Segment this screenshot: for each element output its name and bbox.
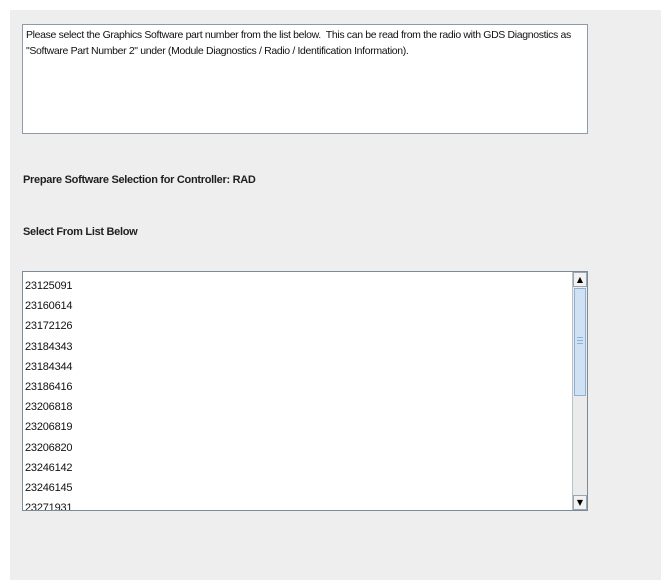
list-item[interactable]: 23125091 xyxy=(23,276,571,296)
scroll-up-button[interactable]: ▲ xyxy=(573,272,587,287)
list-item[interactable]: 23172126 xyxy=(23,316,571,336)
list-item[interactable]: 23246145 xyxy=(23,478,571,498)
list-item[interactable]: 23246142 xyxy=(23,458,571,478)
list-item[interactable]: 23206818 xyxy=(23,397,571,417)
list-scrollbar[interactable]: ▲ ▼ xyxy=(572,272,587,510)
list-item[interactable]: 23186416 xyxy=(23,377,571,397)
list-item[interactable]: 23206820 xyxy=(23,438,571,458)
controller-label: Prepare Software Selection for Controlle… xyxy=(23,174,256,186)
grip-icon xyxy=(577,337,583,344)
arrow-up-icon: ▲ xyxy=(576,275,584,284)
part-number-items: 23125091 23160614 23172126 23184343 2318… xyxy=(23,276,571,510)
list-item[interactable]: 23160614 xyxy=(23,296,571,316)
part-number-list[interactable]: 23125091 23160614 23172126 23184343 2318… xyxy=(22,271,588,511)
list-item[interactable]: 23271931 xyxy=(23,498,571,510)
scroll-thumb[interactable] xyxy=(574,288,586,396)
list-item[interactable]: 23206819 xyxy=(23,417,571,437)
instructions-text: Please select the Graphics Software part… xyxy=(22,24,588,134)
list-item[interactable]: 23184344 xyxy=(23,357,571,377)
arrow-down-icon: ▼ xyxy=(576,498,584,507)
scroll-down-button[interactable]: ▼ xyxy=(573,495,587,510)
select-list-label: Select From List Below xyxy=(23,226,138,238)
list-item[interactable]: 23184343 xyxy=(23,337,571,357)
